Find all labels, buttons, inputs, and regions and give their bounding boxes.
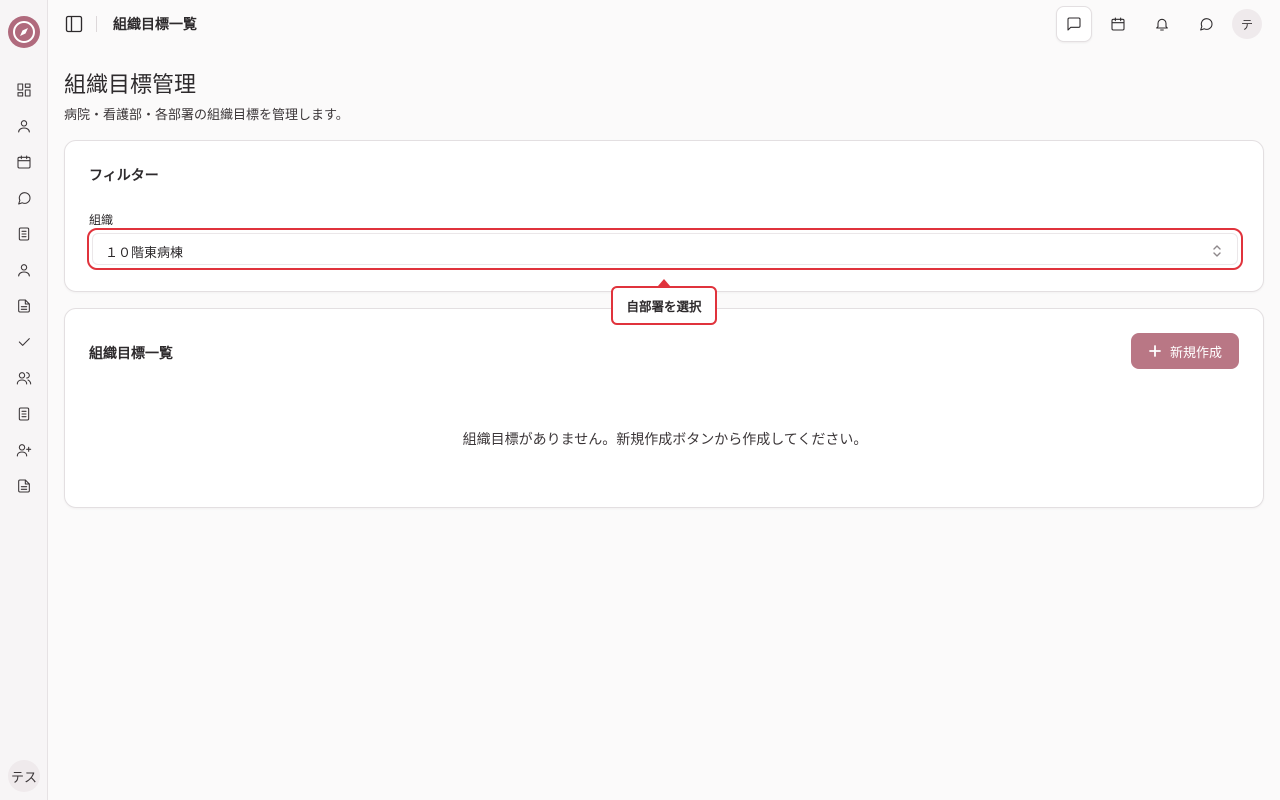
new-button-label: 新規作成 [1169,345,1222,361]
sidebar-item-dashboard[interactable] [14,80,34,100]
page-subtitle: 病院・看護部・各部署の組織目標を管理します。 [64,108,349,123]
sidebar-item-calendar[interactable] [14,152,34,172]
organization-label: 組織 [89,213,114,227]
top-header: 組織目標一覧 テ [48,0,1280,48]
calendar-button[interactable] [1100,6,1136,42]
filter-card: フィルター 組織 １０階東病棟 [64,140,1264,292]
message-button[interactable] [1056,6,1092,42]
select-tooltip: 自部署を選択 [611,286,717,325]
page-breadcrumb: 組織目標一覧 [113,17,197,33]
bell-icon [1156,18,1168,31]
sidebar-item-profile[interactable] [14,116,34,136]
book-icon [18,407,30,421]
chat-icon [18,192,31,205]
empty-state-message: 組織目標がありません。新規作成ボタンから作成してください。 [462,432,868,448]
notifications-button[interactable] [1144,6,1180,42]
sidebar-item-add-user[interactable] [14,440,34,460]
sidebar-item-team[interactable] [14,368,34,388]
app-logo[interactable] [8,16,40,48]
user-icon [18,120,30,133]
sidebar-item-forms[interactable] [14,476,34,496]
page-title: 組織目標管理 [64,73,197,98]
compass-icon [9,17,39,47]
panel-left-icon [65,15,83,33]
sidebar-item-tasks[interactable] [14,332,34,352]
header-divider [96,16,97,32]
sidebar-item-reports[interactable] [14,296,34,316]
sidebar-item-chat[interactable] [14,188,34,208]
calendar-icon [17,155,31,169]
user-avatar[interactable]: テス [8,760,40,792]
user-plus-icon [16,444,32,457]
file-text-icon [18,299,30,313]
organization-select-value: １０階東病棟 [105,246,184,261]
message-square-icon [1067,17,1081,31]
sidebar-item-staff[interactable] [14,260,34,280]
user-icon [18,264,30,277]
check-icon [18,338,30,346]
chevrons-up-down-icon [1211,243,1223,257]
sidebar-item-documents[interactable] [14,224,34,244]
chat-button[interactable] [1188,6,1224,42]
header-avatar[interactable]: テ [1232,9,1262,39]
list-title: 組織目標一覧 [89,346,173,362]
filter-title: フィルター [89,168,159,184]
chat-icon [1200,18,1213,31]
tooltip-arrow [658,279,670,286]
new-objective-button[interactable]: 新規作成 [1131,333,1239,369]
plus-icon [1149,345,1161,357]
objectives-list-card: 組織目標一覧 新規作成 組織目標がありません。新規作成ボタンから作成してください… [64,308,1264,508]
dashboard-icon [17,83,31,97]
sidebar-toggle-button[interactable] [64,14,84,34]
document-icon [18,227,30,241]
file-text-icon [18,479,30,493]
sidebar: テス [0,0,48,800]
sidebar-item-manual[interactable] [14,404,34,424]
calendar-icon [1111,17,1125,31]
organization-select[interactable]: １０階東病棟 [92,233,1238,265]
users-icon [16,372,32,385]
